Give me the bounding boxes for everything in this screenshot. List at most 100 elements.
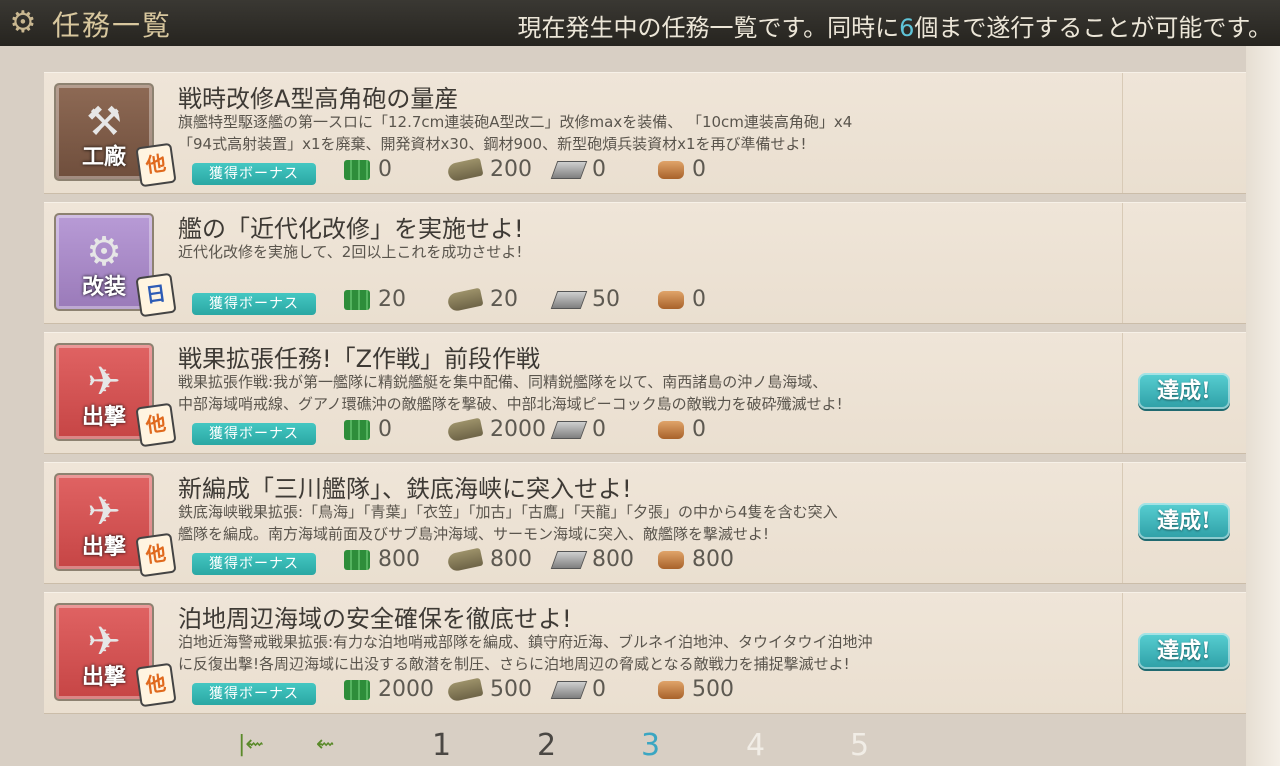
ammo-icon	[446, 417, 484, 443]
info-number: 6	[899, 14, 915, 42]
bauxite-icon	[658, 421, 684, 439]
quest-description-line: 近代化改修を実施して、2回以上これを成功させよ!	[178, 243, 523, 261]
steel-icon	[550, 551, 588, 569]
bauxite-icon	[658, 681, 684, 699]
steel-value: 0	[592, 157, 606, 182]
bonus-label: 獲得ボーナス	[192, 293, 316, 315]
fuel-icon	[344, 420, 370, 440]
steel-reward: 0	[550, 415, 606, 445]
page-5[interactable]: 5	[850, 728, 869, 763]
quest-description-line: 泊地近海警戒戦果拡張:有力な泊地哨戒部隊を編成、鎮守府近海、ブルネイ泊地沖、タウ…	[178, 633, 873, 651]
quest-description-line: 鉄底海峡戦果拡張:「鳥海」「青葉」「衣笠」「加古」「古鷹」「天龍」「夕張」の中か…	[178, 503, 838, 521]
info-suffix: 個まで遂行することが可能です。	[914, 14, 1272, 42]
fuel-value: 20	[378, 287, 406, 312]
complete-button[interactable]: 達成!	[1138, 633, 1230, 669]
steel-icon	[550, 681, 588, 699]
header-bar: ⚙ 任務一覧 現在発生中の任務一覧です。同時に6個まで遂行することが可能です。	[0, 0, 1280, 46]
type-badge: 他	[135, 142, 177, 188]
fuel-reward: 0	[344, 415, 392, 445]
ammo-reward: 20	[446, 285, 518, 315]
bauxite-icon	[658, 161, 684, 179]
ammo-reward: 2000	[446, 415, 546, 445]
quest-row[interactable]: ✈ 出撃 他 新編成「三川艦隊」、鉄底海峡に突入せよ! 鉄底海峡戦果拡張:「鳥海…	[44, 462, 1246, 584]
ammo-value: 800	[490, 547, 532, 572]
bauxite-reward: 500	[658, 675, 734, 705]
prev-page-arrow-icon[interactable]: ⇜	[316, 732, 334, 757]
quest-title: 新編成「三川艦隊」、鉄底海峡に突入せよ!	[178, 475, 632, 503]
right-edge-panel	[1246, 46, 1280, 766]
bauxite-value: 0	[692, 157, 706, 182]
type-badge: 他	[135, 662, 177, 708]
fuel-icon	[344, 290, 370, 310]
steel-reward: 0	[550, 675, 606, 705]
quest-row[interactable]: ⚒ 工廠 他 戦時改修A型高角砲の量産 旗艦特型駆逐艦の第一スロに「12.7cm…	[44, 72, 1246, 194]
steel-reward: 800	[550, 545, 634, 575]
ammo-value: 20	[490, 287, 518, 312]
quest-row[interactable]: ✈ 出撃 他 戦果拡張任務!「Z作戦」前段作戦 戦果拡張作戦:我が第一艦隊に精鋭…	[44, 332, 1246, 454]
page-1[interactable]: 1	[432, 728, 451, 763]
bauxite-value: 0	[692, 287, 706, 312]
status-cell: 達成!	[1122, 463, 1246, 583]
fuel-value: 2000	[378, 677, 434, 702]
fuel-reward: 20	[344, 285, 406, 315]
quest-description: 近代化改修を実施して、2回以上これを成功させよ!	[178, 241, 1098, 263]
steel-reward: 50	[550, 285, 620, 315]
quest-description: 旗艦特型駆逐艦の第一スロに「12.7cm連装砲A型改二」改修maxを装備、 「1…	[178, 111, 1098, 155]
quest-row[interactable]: ✈ 出撃 他 泊地周辺海域の安全確保を徹底せよ! 泊地近海警戒戦果拡張:有力な泊…	[44, 592, 1246, 714]
page-2[interactable]: 2	[537, 728, 556, 763]
ammo-reward: 500	[446, 675, 532, 705]
status-cell	[1122, 203, 1246, 323]
info-prefix: 現在発生中の任務一覧です。同時に	[517, 14, 900, 42]
ammo-value: 500	[490, 677, 532, 702]
steel-icon	[550, 291, 588, 309]
steel-icon	[550, 161, 588, 179]
ammo-icon	[446, 547, 484, 573]
quest-title: 艦の「近代化改修」を実施せよ!	[178, 215, 524, 243]
steel-value: 0	[592, 417, 606, 442]
complete-button[interactable]: 達成!	[1138, 503, 1230, 539]
steel-value: 50	[592, 287, 620, 312]
page-4[interactable]: 4	[746, 728, 765, 763]
quest-title: 戦果拡張任務!「Z作戦」前段作戦	[178, 345, 541, 373]
type-badge: 他	[135, 532, 177, 578]
fuel-value: 0	[378, 417, 392, 442]
bonus-label: 獲得ボーナス	[192, 163, 316, 185]
complete-button[interactable]: 達成!	[1138, 373, 1230, 409]
quest-list: ⚒ 工廠 他 戦時改修A型高角砲の量産 旗艦特型駆逐艦の第一スロに「12.7cm…	[44, 72, 1246, 722]
steel-reward: 0	[550, 155, 606, 185]
page-3-current[interactable]: 3	[641, 728, 660, 763]
fuel-reward: 800	[344, 545, 420, 575]
status-cell	[1122, 73, 1246, 193]
bauxite-reward: 0	[658, 415, 706, 445]
page-title: 任務一覧	[52, 9, 173, 42]
quest-limit-info: 現在発生中の任務一覧です。同時に6個まで遂行することが可能です。	[518, 8, 1273, 43]
quest-description-line: 旗艦特型駆逐艦の第一スロに「12.7cm連装砲A型改二」改修maxを装備、 「1…	[178, 113, 853, 131]
type-badge: 日	[135, 272, 177, 318]
quest-title: 泊地周辺海域の安全確保を徹底せよ!	[178, 605, 572, 633]
pagination: |⇜ ⇜ 1 2 3 4 5	[0, 726, 1280, 766]
bauxite-reward: 800	[658, 545, 734, 575]
status-cell: 達成!	[1122, 593, 1246, 713]
steel-value: 0	[592, 677, 606, 702]
ammo-icon	[446, 677, 484, 703]
ammo-reward: 200	[446, 155, 532, 185]
quest-title: 戦時改修A型高角砲の量産	[178, 85, 459, 113]
bauxite-value: 500	[692, 677, 734, 702]
fuel-value: 0	[378, 157, 392, 182]
quest-description-line: に反復出撃!各周辺海域に出没する敵潜を制圧、さらに泊地周辺の脅威となる敵戦力を捕…	[178, 655, 850, 673]
first-page-arrow-icon[interactable]: |⇜	[238, 732, 264, 757]
quest-description: 鉄底海峡戦果拡張:「鳥海」「青葉」「衣笠」「加古」「古鷹」「天龍」「夕張」の中か…	[178, 501, 1098, 545]
ammo-icon	[446, 157, 484, 183]
fuel-reward: 2000	[344, 675, 434, 705]
fuel-reward: 0	[344, 155, 392, 185]
ammo-value: 2000	[490, 417, 546, 442]
type-badge: 他	[135, 402, 177, 448]
quest-description: 戦果拡張作戦:我が第一艦隊に精鋭艦艇を集中配備、同精鋭艦隊を以て、南西諸島の沖ノ…	[178, 371, 1098, 415]
quest-description-line: 中部海域哨戒線、グアノ環礁沖の敵艦隊を撃破、中部北海域ピーコック島の敵戦力を破砕…	[178, 395, 843, 413]
fuel-icon	[344, 680, 370, 700]
gear-icon: ⚙	[9, 5, 37, 40]
bauxite-icon	[658, 551, 684, 569]
status-cell: 達成!	[1122, 333, 1246, 453]
bonus-label: 獲得ボーナス	[192, 683, 316, 705]
quest-row[interactable]: ⚙ 改装 日 艦の「近代化改修」を実施せよ! 近代化改修を実施して、2回以上これ…	[44, 202, 1246, 324]
